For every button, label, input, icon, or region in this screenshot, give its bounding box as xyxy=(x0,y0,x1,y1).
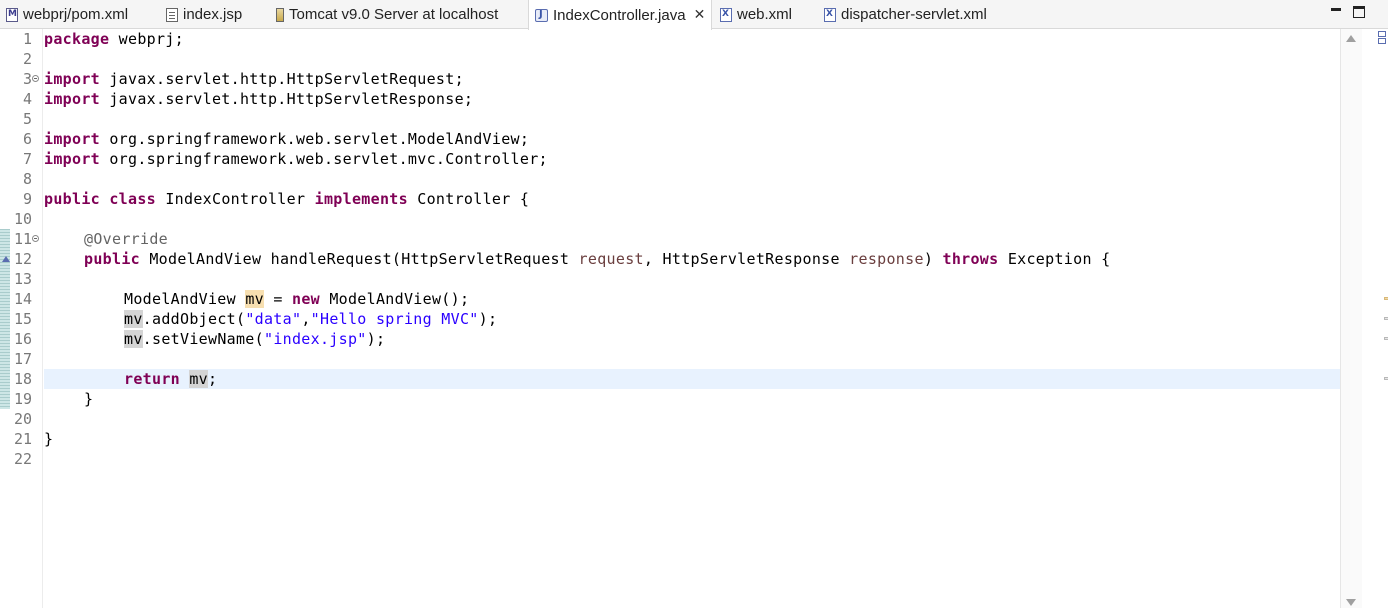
code-line: package webprj; xyxy=(44,30,184,48)
line-number: 3 xyxy=(22,70,32,88)
vertical-scrollbar[interactable] xyxy=(1340,29,1362,608)
tab-index-controller-java[interactable]: IndexController.java ✕ xyxy=(528,0,712,30)
minimize-icon[interactable] xyxy=(1331,8,1341,11)
line-number: 1 xyxy=(22,30,32,48)
maximize-icon[interactable] xyxy=(1353,6,1365,18)
line-number: 8 xyxy=(22,170,32,188)
line-number: 6 xyxy=(22,130,32,148)
line-number: 2 xyxy=(22,50,32,68)
line-number: 14 xyxy=(13,290,32,308)
tab-index-jsp[interactable]: index.jsp xyxy=(166,0,242,29)
code-line: public ModelAndView handleRequest(HttpSe… xyxy=(84,250,1111,268)
code-line: @Override xyxy=(84,230,168,248)
scroll-down-icon[interactable] xyxy=(1346,599,1356,606)
scroll-up-icon[interactable] xyxy=(1346,35,1356,42)
line-number: 22 xyxy=(13,450,32,468)
fold-icon[interactable] xyxy=(32,235,39,242)
line-number: 12 xyxy=(13,250,32,268)
line-number: 13 xyxy=(13,270,32,288)
line-number: 16 xyxy=(13,330,32,348)
code-editor[interactable]: 1 2 3 4 5 6 7 8 9 10 11 12 13 14 15 16 1… xyxy=(0,29,1344,608)
code-line: import org.springframework.web.servlet.M… xyxy=(44,130,530,148)
code-line: import javax.servlet.http.HttpServletReq… xyxy=(44,70,464,88)
occurrence-marker[interactable] xyxy=(1384,317,1388,320)
line-number: 7 xyxy=(22,150,32,168)
close-icon[interactable]: ✕ xyxy=(694,7,706,23)
line-number: 10 xyxy=(13,210,32,228)
line-number: 21 xyxy=(13,430,32,448)
tab-label: dispatcher-servlet.xml xyxy=(841,6,987,23)
code-line: mv.addObject("data","Hello spring MVC"); xyxy=(124,310,498,328)
tab-label: IndexController.java xyxy=(553,6,686,24)
line-number: 17 xyxy=(13,350,32,368)
code-line: mv.setViewName("index.jsp"); xyxy=(124,330,386,348)
server-icon xyxy=(276,7,284,22)
occurrence-marker[interactable] xyxy=(1384,297,1388,300)
code-line: ModelAndView mv = new ModelAndView(); xyxy=(124,290,470,308)
tab-web-xml[interactable]: web.xml xyxy=(720,0,792,29)
code-line: import org.springframework.web.servlet.m… xyxy=(44,150,548,168)
tab-label: Tomcat v9.0 Server at localhost xyxy=(289,6,499,23)
code-line: } xyxy=(44,430,54,448)
overview-ruler[interactable] xyxy=(1362,29,1388,608)
occurrence-marker[interactable] xyxy=(1384,377,1388,380)
line-number: 20 xyxy=(13,410,32,428)
line-number: 18 xyxy=(13,370,32,388)
tab-label: webprj/pom.xml xyxy=(23,6,129,23)
line-number: 5 xyxy=(22,110,32,128)
xml-file-icon xyxy=(824,7,836,22)
code-line: import javax.servlet.http.HttpServletRes… xyxy=(44,90,474,108)
code-line: } xyxy=(84,390,94,408)
code-line: public class IndexController implements … xyxy=(44,190,530,208)
line-number: 4 xyxy=(22,90,32,108)
line-number: 11 xyxy=(13,230,32,248)
tab-label: web.xml xyxy=(737,6,793,23)
tab-dispatcher-servlet-xml[interactable]: dispatcher-servlet.xml xyxy=(824,0,987,29)
quick-outline-icon[interactable] xyxy=(1378,29,1387,45)
tab-pom-xml[interactable]: webprj/pom.xml xyxy=(6,0,128,29)
fold-icon[interactable] xyxy=(32,75,39,82)
code-line: return mv; xyxy=(124,370,218,388)
tab-label: index.jsp xyxy=(183,6,243,23)
maven-pom-icon xyxy=(6,7,18,22)
line-number: 19 xyxy=(13,390,32,408)
jsp-file-icon xyxy=(166,7,178,22)
occurrence-marker[interactable] xyxy=(1384,337,1388,340)
line-number: 15 xyxy=(13,310,32,328)
xml-file-icon xyxy=(720,7,732,22)
java-file-icon xyxy=(535,8,548,22)
tab-tomcat-server[interactable]: Tomcat v9.0 Server at localhost xyxy=(276,0,498,29)
editor-tab-bar: webprj/pom.xml index.jsp Tomcat v9.0 Ser… xyxy=(0,0,1388,30)
line-number: 9 xyxy=(22,190,32,208)
